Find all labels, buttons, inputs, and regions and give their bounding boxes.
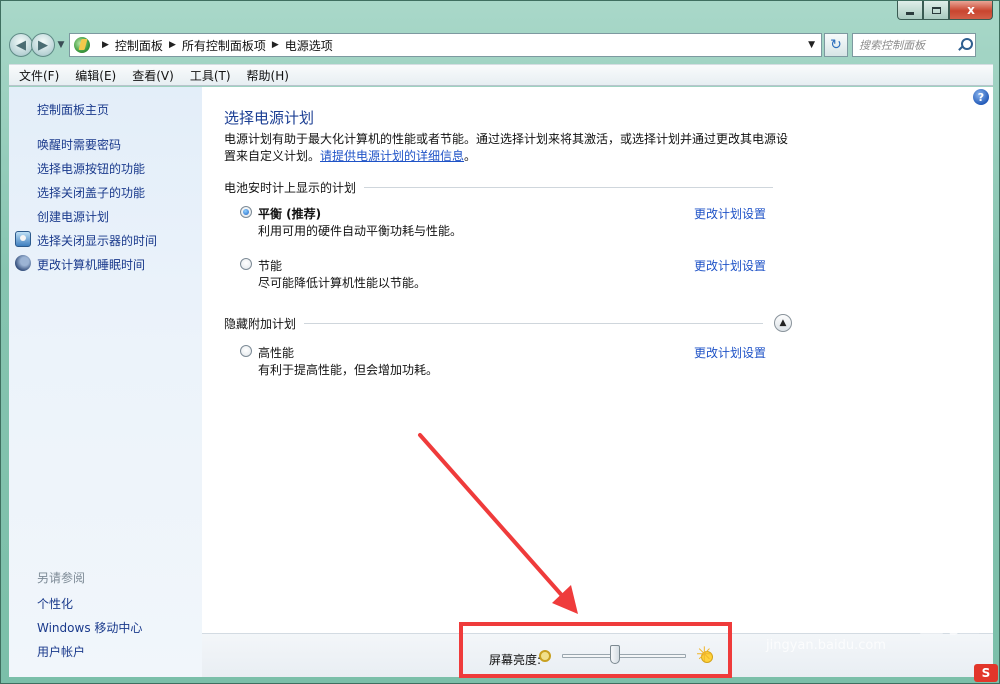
minimize-button[interactable] [897, 1, 923, 20]
plan-high-performance-radio[interactable] [240, 345, 252, 357]
sidebar-link-create-plan[interactable]: 创建电源计划 [37, 208, 109, 225]
corner-logo-icon: S [974, 664, 998, 682]
battery-meter-group-header: 电池安时计上显示的计划 [224, 179, 774, 196]
hidden-plans-group-title: 隐藏附加计划 [224, 317, 297, 331]
menu-file[interactable]: 文件(F) [11, 67, 67, 84]
plan-high-performance-desc: 有利于提高性能，但会增加功耗。 [258, 363, 439, 377]
description-end: 。 [464, 149, 477, 163]
sidebar-link-display-off[interactable]: 选择关闭显示器的时间 [37, 232, 157, 249]
menu-bar: 文件(F) 编辑(E) 查看(V) 工具(T) 帮助(H) [9, 64, 993, 86]
plan-power-saver-radio[interactable] [240, 258, 252, 270]
menu-edit[interactable]: 编辑(E) [67, 67, 124, 84]
back-button[interactable]: ◀ [9, 33, 33, 57]
help-icon[interactable]: ? [973, 89, 989, 105]
maximize-icon [931, 6, 941, 14]
plan-high-performance-change-link[interactable]: 更改计划设置 [694, 344, 766, 361]
search-box[interactable] [852, 33, 976, 57]
breadcrumb-separator-icon[interactable]: ▶ [169, 40, 176, 50]
collapse-hidden-plans-button[interactable]: ▲ [774, 314, 792, 332]
forward-button[interactable]: ▶ [31, 33, 55, 57]
plan-power-saver-desc: 尽可能降低计算机性能以节能。 [258, 276, 427, 290]
group-divider [304, 323, 764, 324]
see-also-heading: 另请参阅 [37, 571, 86, 585]
plan-balanced-desc: 利用可用的硬件自动平衡功耗与性能。 [258, 224, 463, 238]
sidebar-link-close-lid[interactable]: 选择关闭盖子的功能 [37, 184, 145, 201]
breadcrumb-all-items[interactable]: 所有控制面板项 [182, 37, 266, 54]
plan-details-link[interactable]: 请提供电源计划的详细信息 [320, 149, 464, 163]
chevron-up-icon: ▲ [779, 318, 787, 328]
main-panel: ? 选择电源计划 电源计划有助于最大化计算机的性能或者节能。通过选择计划来将其激… [202, 87, 993, 677]
refresh-button[interactable]: ↻ [824, 33, 848, 57]
history-dropdown-icon[interactable]: ▼ [55, 40, 67, 50]
watermark-main: Bai du 经验 [760, 599, 982, 640]
sleep-moon-icon [15, 255, 31, 271]
minimize-icon [906, 11, 914, 15]
see-also-mobility-center[interactable]: Windows 移动中心 [37, 619, 142, 636]
address-bar[interactable]: ▶ 控制面板 ▶ 所有控制面板项 ▶ 电源选项 ▼ [69, 33, 822, 57]
group-divider [364, 187, 774, 188]
menu-tools[interactable]: 工具(T) [182, 67, 239, 84]
search-icon[interactable] [957, 38, 973, 52]
page-description: 电源计划有助于最大化计算机的性能或者节能。通过选择计划来将其激活，或选择计划并通… [224, 131, 794, 165]
forward-arrow-icon: ▶ [38, 37, 48, 53]
maximize-button[interactable] [923, 1, 949, 20]
refresh-icon: ↻ [830, 37, 842, 53]
breadcrumb-separator-icon[interactable]: ▶ [272, 40, 279, 50]
menu-help[interactable]: 帮助(H) [239, 67, 297, 84]
sidebar-home-link[interactable]: 控制面板主页 [37, 101, 109, 118]
navigation-row: ◀ ▶ ▼ ▶ 控制面板 ▶ 所有控制面板项 ▶ 电源选项 ▼ ↻ [9, 32, 993, 58]
search-input[interactable] [859, 38, 955, 52]
content-area: 控制面板主页 唤醒时需要密码 选择电源按钮的功能 选择关闭盖子的功能 创建电源计… [9, 87, 993, 677]
description-text: 电源计划有助于最大化计算机的性能或者节能。通过选择计划来将其激活，或选择计划并通… [224, 132, 789, 163]
breadcrumb-control-panel[interactable]: 控制面板 [115, 37, 163, 54]
caption-buttons: x [897, 1, 993, 20]
breadcrumb-power-options[interactable]: 电源选项 [285, 37, 333, 54]
sidebar-link-wake-password[interactable]: 唤醒时需要密码 [37, 136, 121, 153]
plan-power-saver-name[interactable]: 节能 [258, 257, 282, 274]
address-dropdown-icon[interactable]: ▼ [808, 40, 815, 50]
see-also-user-accounts[interactable]: 用户帐户 [37, 643, 85, 660]
plan-balanced-radio[interactable] [240, 206, 252, 218]
plan-balanced-name[interactable]: 平衡 (推荐) [258, 205, 321, 222]
page-title: 选择电源计划 [224, 109, 315, 127]
control-panel-window: x ◀ ▶ ▼ ▶ 控制面板 ▶ 所有控制面板项 ▶ 电源选项 ▼ ↻ 文件(F… [0, 0, 1000, 684]
close-icon: x [967, 3, 975, 17]
sidebar-link-power-button[interactable]: 选择电源按钮的功能 [37, 160, 145, 177]
hidden-plans-group-header: 隐藏附加计划 [224, 315, 764, 332]
back-arrow-icon: ◀ [16, 37, 26, 53]
baidu-watermark: Bai du 经验 jingyan.baidu.com [760, 590, 982, 653]
plan-balanced-change-link[interactable]: 更改计划设置 [694, 205, 766, 222]
monitor-icon [15, 231, 31, 247]
close-button[interactable]: x [949, 1, 993, 20]
sidebar: 控制面板主页 唤醒时需要密码 选择电源按钮的功能 选择关闭盖子的功能 创建电源计… [9, 87, 202, 677]
menu-view[interactable]: 查看(V) [124, 67, 182, 84]
plan-power-saver-change-link[interactable]: 更改计划设置 [694, 257, 766, 274]
sidebar-link-sleep-time[interactable]: 更改计算机睡眠时间 [37, 256, 145, 273]
battery-meter-group-title: 电池安时计上显示的计划 [224, 181, 357, 195]
annotation-highlight-box [459, 622, 732, 678]
see-also-personalization[interactable]: 个性化 [37, 595, 73, 612]
breadcrumb-separator-icon[interactable]: ▶ [102, 40, 109, 50]
plan-high-performance-name[interactable]: 高性能 [258, 344, 294, 361]
power-options-icon [74, 37, 90, 53]
